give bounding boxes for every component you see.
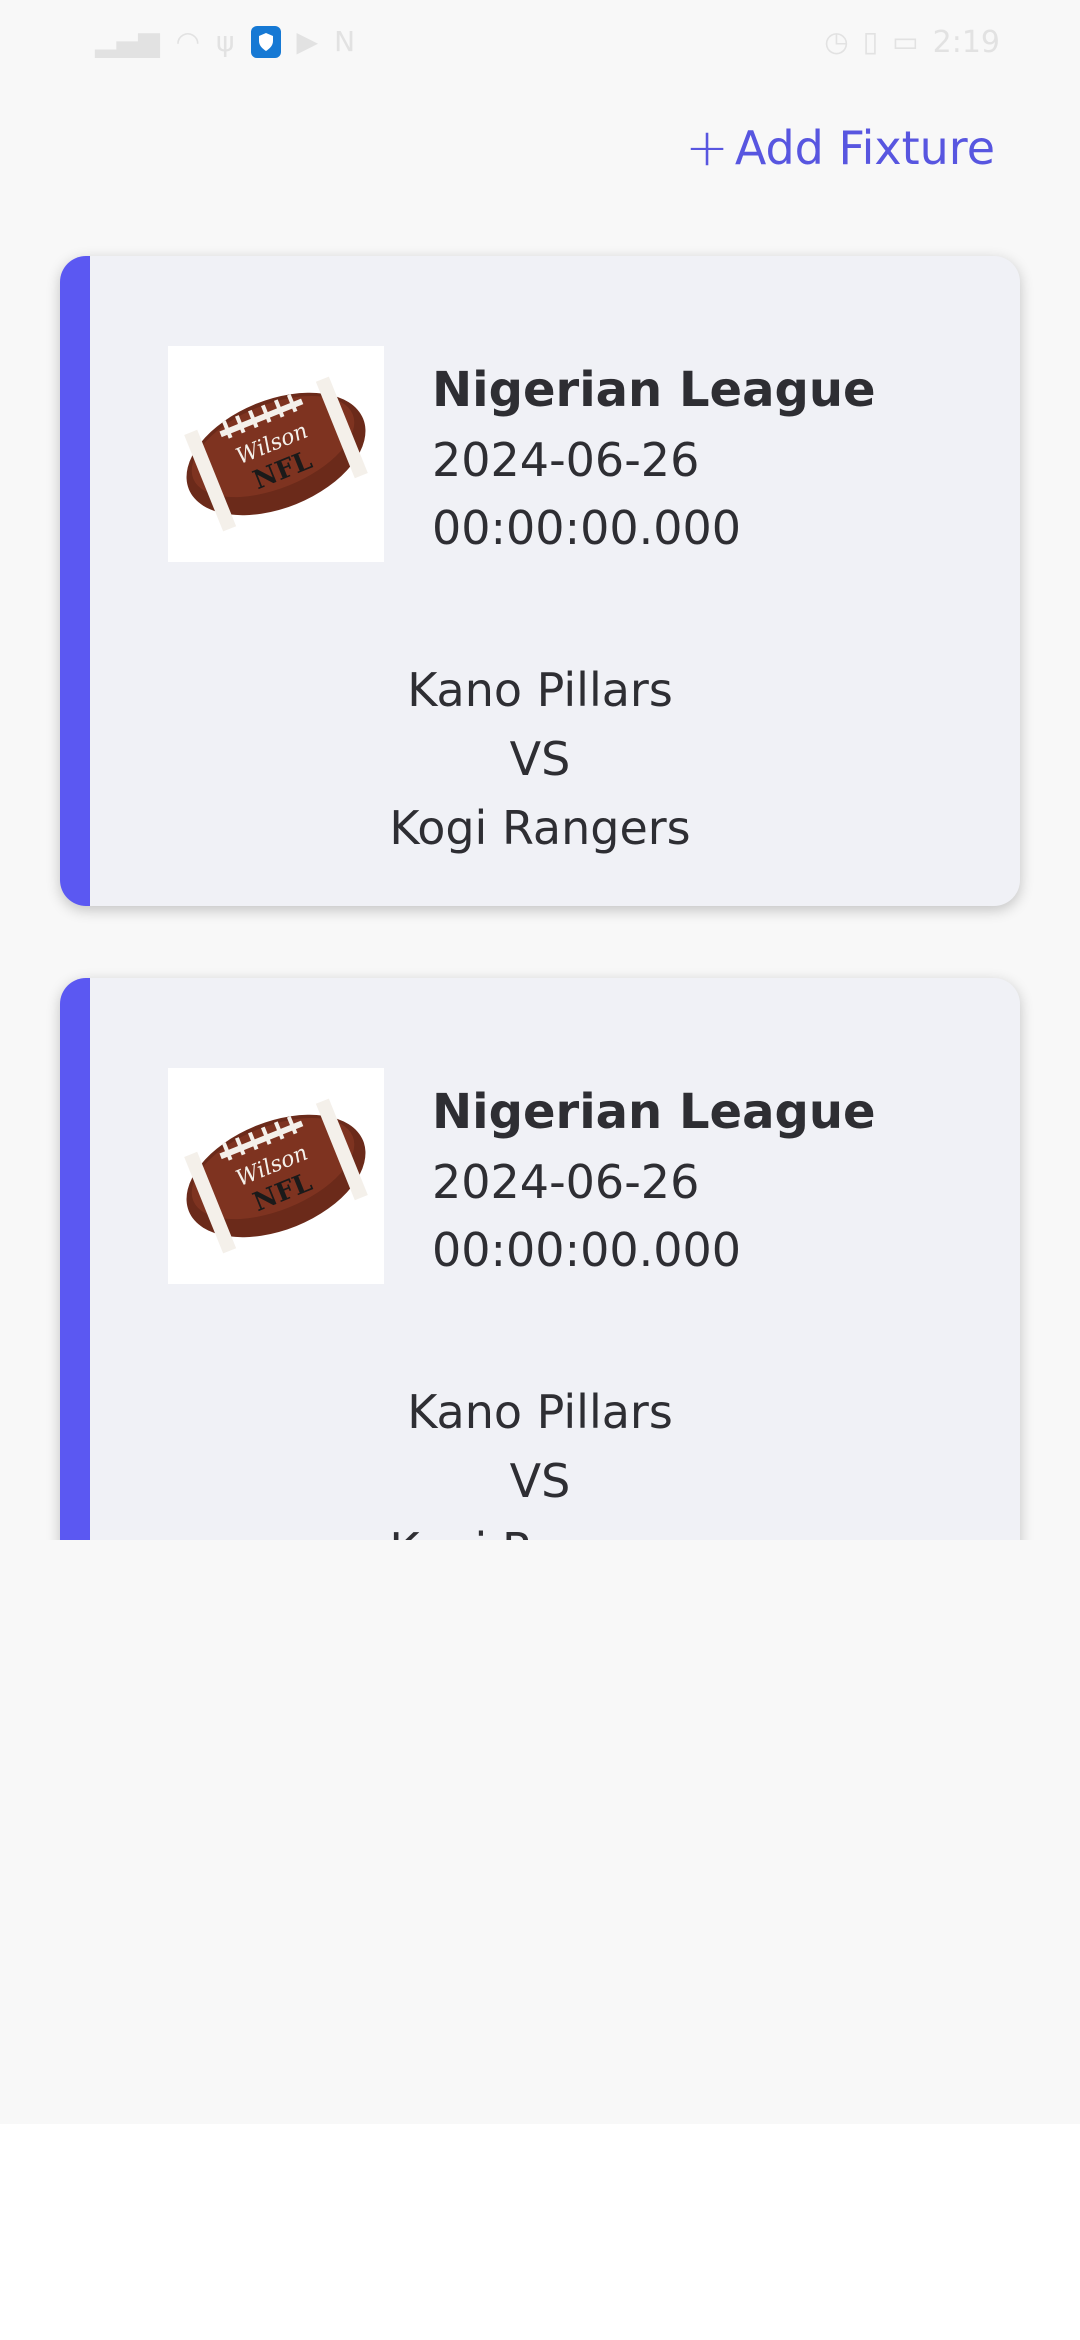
fixture-time: 00:00:00.000 (432, 1223, 742, 1277)
football-image: Wilson NFL (168, 1068, 384, 1284)
vs-label: VS (509, 1454, 571, 1508)
football-image: Wilson NFL (168, 346, 384, 562)
fixture-date: 2024-06-26 (432, 433, 700, 487)
add-fixture-button[interactable]: + Add Fixture (685, 118, 995, 178)
fixture-card[interactable]: Wilson NFL Nigerian League 2024-06-26 00… (60, 978, 1020, 1540)
fixture-info: Nigerian League 2024-06-26 00:00:00.000 (432, 1076, 876, 1284)
fixture-list[interactable]: + Add Fixture Wilson NFL Nigerian League… (0, 0, 1080, 1540)
add-fixture-label: Add Fixture (734, 121, 995, 175)
fixture-card[interactable]: Wilson NFL Nigerian League 2024-06-26 00… (60, 256, 1020, 906)
fixture-time: 00:00:00.000 (432, 501, 742, 555)
app-screen: ▂▄▆ ◠ ψ ▶ N ◷ ▯ ▭ 2:19 + Add Fixture Wil… (0, 0, 1080, 2124)
vs-label: VS (509, 732, 571, 786)
fixture-date: 2024-06-26 (432, 1155, 700, 1209)
home-team: Kano Pillars (407, 1385, 673, 1439)
plus-icon: + (685, 118, 729, 178)
matchup: Kano Pillars VS Kogi Rangers (60, 656, 1020, 863)
league-name: Nigerian League (432, 1084, 876, 1140)
fixture-info: Nigerian League 2024-06-26 00:00:00.000 (432, 354, 876, 562)
home-team: Kano Pillars (407, 663, 673, 717)
matchup: Kano Pillars VS Kogi Rangers (60, 1378, 1020, 1540)
away-team: Kogi Rangers (389, 801, 691, 855)
away-team: Kogi Rangers (60, 1516, 1020, 1540)
league-name: Nigerian League (432, 362, 876, 418)
